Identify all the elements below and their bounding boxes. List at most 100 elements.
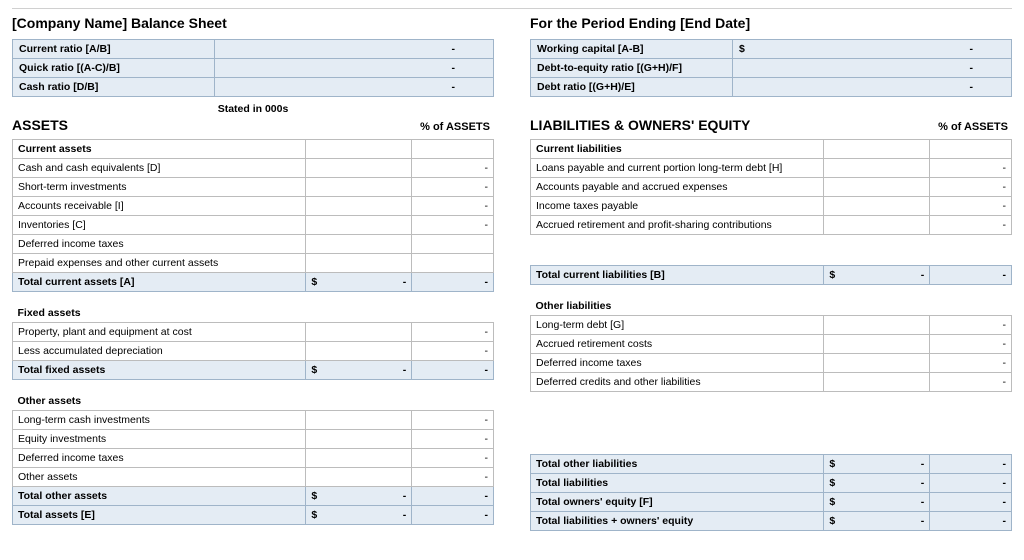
total-pct: - bbox=[412, 487, 494, 506]
total-label: Total current assets [A] bbox=[13, 273, 306, 292]
top-rule bbox=[12, 8, 1012, 9]
total-amt: $- bbox=[824, 474, 930, 493]
row-pct: - bbox=[930, 159, 1012, 178]
total-label: Total fixed assets bbox=[13, 361, 306, 380]
assets-heading: ASSETS bbox=[12, 117, 68, 133]
section-heads: ASSETS % of ASSETS LIABILITIES & OWNERS'… bbox=[12, 115, 1012, 139]
total-amt: $- bbox=[306, 506, 412, 525]
row-label: Loans payable and current portion long-t… bbox=[531, 159, 824, 178]
total-label: Total owners' equity [F] bbox=[531, 493, 824, 512]
ratio-value: - bbox=[215, 59, 494, 78]
row-label: Deferred income taxes bbox=[13, 235, 306, 254]
row-label: Equity investments bbox=[13, 430, 306, 449]
row-amt bbox=[824, 316, 930, 335]
ratio-value: - bbox=[215, 78, 494, 97]
body-row: Current assets Cash and cash equivalents… bbox=[12, 139, 1012, 537]
ratio-value: - bbox=[733, 59, 1012, 78]
stated-note: Stated in 000s bbox=[12, 103, 494, 115]
row-label: Short-term investments bbox=[13, 178, 306, 197]
ratio-label: Debt ratio [(G+H)/E] bbox=[531, 78, 733, 97]
ratio-label: Debt-to-equity ratio [(G+H)/F] bbox=[531, 59, 733, 78]
row-label: Accrued retirement costs bbox=[531, 335, 824, 354]
total-pct: - bbox=[412, 506, 494, 525]
header-row: [Company Name] Balance Sheet For the Per… bbox=[12, 15, 1012, 39]
row-pct: - bbox=[412, 449, 494, 468]
row-pct: - bbox=[412, 159, 494, 178]
row-amt bbox=[306, 468, 412, 487]
total-pct: - bbox=[930, 474, 1012, 493]
total-amt: $- bbox=[824, 266, 930, 285]
subhead: Other liabilities bbox=[531, 291, 1012, 316]
row-label: Long-term debt [G] bbox=[531, 316, 824, 335]
total-amt: $- bbox=[824, 512, 930, 531]
fixed-assets-table: Fixed assets Property, plant and equipme… bbox=[12, 298, 494, 380]
ratio-label: Cash ratio [D/B] bbox=[13, 78, 215, 97]
liabilities-heading: LIABILITIES & OWNERS' EQUITY bbox=[530, 117, 750, 133]
ratio-value: $- bbox=[733, 40, 1012, 59]
row-amt bbox=[306, 323, 412, 342]
assets-pct-heading: % of ASSETS bbox=[420, 121, 494, 133]
total-current-liabilities-table: Total current liabilities [B]$-- bbox=[530, 265, 1012, 285]
row-label: Cash and cash equivalents [D] bbox=[13, 159, 306, 178]
current-assets-table: Current assets Cash and cash equivalents… bbox=[12, 139, 494, 292]
total-amt: $- bbox=[306, 361, 412, 380]
row-pct: - bbox=[412, 342, 494, 361]
other-assets-table: Other assets Long-term cash investments -… bbox=[12, 386, 494, 525]
row-label: Income taxes payable bbox=[531, 197, 824, 216]
row-amt bbox=[824, 335, 930, 354]
row-amt bbox=[306, 449, 412, 468]
row-pct: - bbox=[930, 335, 1012, 354]
other-liabilities-table: Other liabilities Long-term debt [G] - Ac… bbox=[530, 291, 1012, 392]
row-pct: - bbox=[412, 216, 494, 235]
row-label: Long-term cash investments bbox=[13, 411, 306, 430]
row-pct: - bbox=[412, 178, 494, 197]
total-label: Total liabilities + owners' equity bbox=[531, 512, 824, 531]
row-label: Accrued retirement and profit-sharing co… bbox=[531, 216, 824, 235]
totals-liab-equity-table: Total other liabilities$-- Total liabili… bbox=[530, 454, 1012, 531]
row-label: Accounts receivable [I] bbox=[13, 197, 306, 216]
total-amt: $- bbox=[306, 487, 412, 506]
row-amt bbox=[306, 235, 412, 254]
row-amt bbox=[306, 197, 412, 216]
row-amt bbox=[306, 254, 412, 273]
row-pct: - bbox=[930, 197, 1012, 216]
current-liabilities-table: Current liabilities Loans payable and cu… bbox=[530, 139, 1012, 235]
total-pct: - bbox=[930, 455, 1012, 474]
row-amt bbox=[824, 354, 930, 373]
page-title-right: For the Period Ending [End Date] bbox=[530, 15, 1012, 31]
row-amt bbox=[824, 178, 930, 197]
row-label: Inventories [C] bbox=[13, 216, 306, 235]
row-pct: - bbox=[412, 197, 494, 216]
subhead: Current liabilities bbox=[531, 140, 824, 159]
row-pct bbox=[412, 254, 494, 273]
total-label: Total other liabilities bbox=[531, 455, 824, 474]
ratio-label: Working capital [A-B] bbox=[531, 40, 733, 59]
row-amt bbox=[306, 411, 412, 430]
row-label: Accounts payable and accrued expenses bbox=[531, 178, 824, 197]
subhead: Other assets bbox=[13, 386, 494, 411]
row-pct: - bbox=[412, 430, 494, 449]
total-amt: $- bbox=[824, 455, 930, 474]
total-amt: $- bbox=[824, 493, 930, 512]
liabilities-pct-heading: % of ASSETS bbox=[938, 121, 1012, 133]
subhead: Current assets bbox=[13, 140, 306, 159]
row-label: Deferred credits and other liabilities bbox=[531, 373, 824, 392]
row-label: Deferred income taxes bbox=[13, 449, 306, 468]
total-label: Total assets [E] bbox=[13, 506, 306, 525]
total-label: Total current liabilities [B] bbox=[531, 266, 824, 285]
total-pct: - bbox=[930, 493, 1012, 512]
subhead: Fixed assets bbox=[13, 298, 494, 323]
total-pct: - bbox=[930, 266, 1012, 285]
row-pct: - bbox=[930, 216, 1012, 235]
row-amt bbox=[306, 216, 412, 235]
row-pct: - bbox=[930, 354, 1012, 373]
row-pct: - bbox=[412, 411, 494, 430]
total-label: Total liabilities bbox=[531, 474, 824, 493]
row-label: Deferred income taxes bbox=[531, 354, 824, 373]
row-amt bbox=[824, 216, 930, 235]
ratios-right-table: Working capital [A-B]$- Debt-to-equity r… bbox=[530, 39, 1012, 97]
row-pct: - bbox=[412, 468, 494, 487]
page-title-left: [Company Name] Balance Sheet bbox=[12, 15, 494, 31]
row-amt bbox=[306, 342, 412, 361]
row-amt bbox=[306, 159, 412, 178]
